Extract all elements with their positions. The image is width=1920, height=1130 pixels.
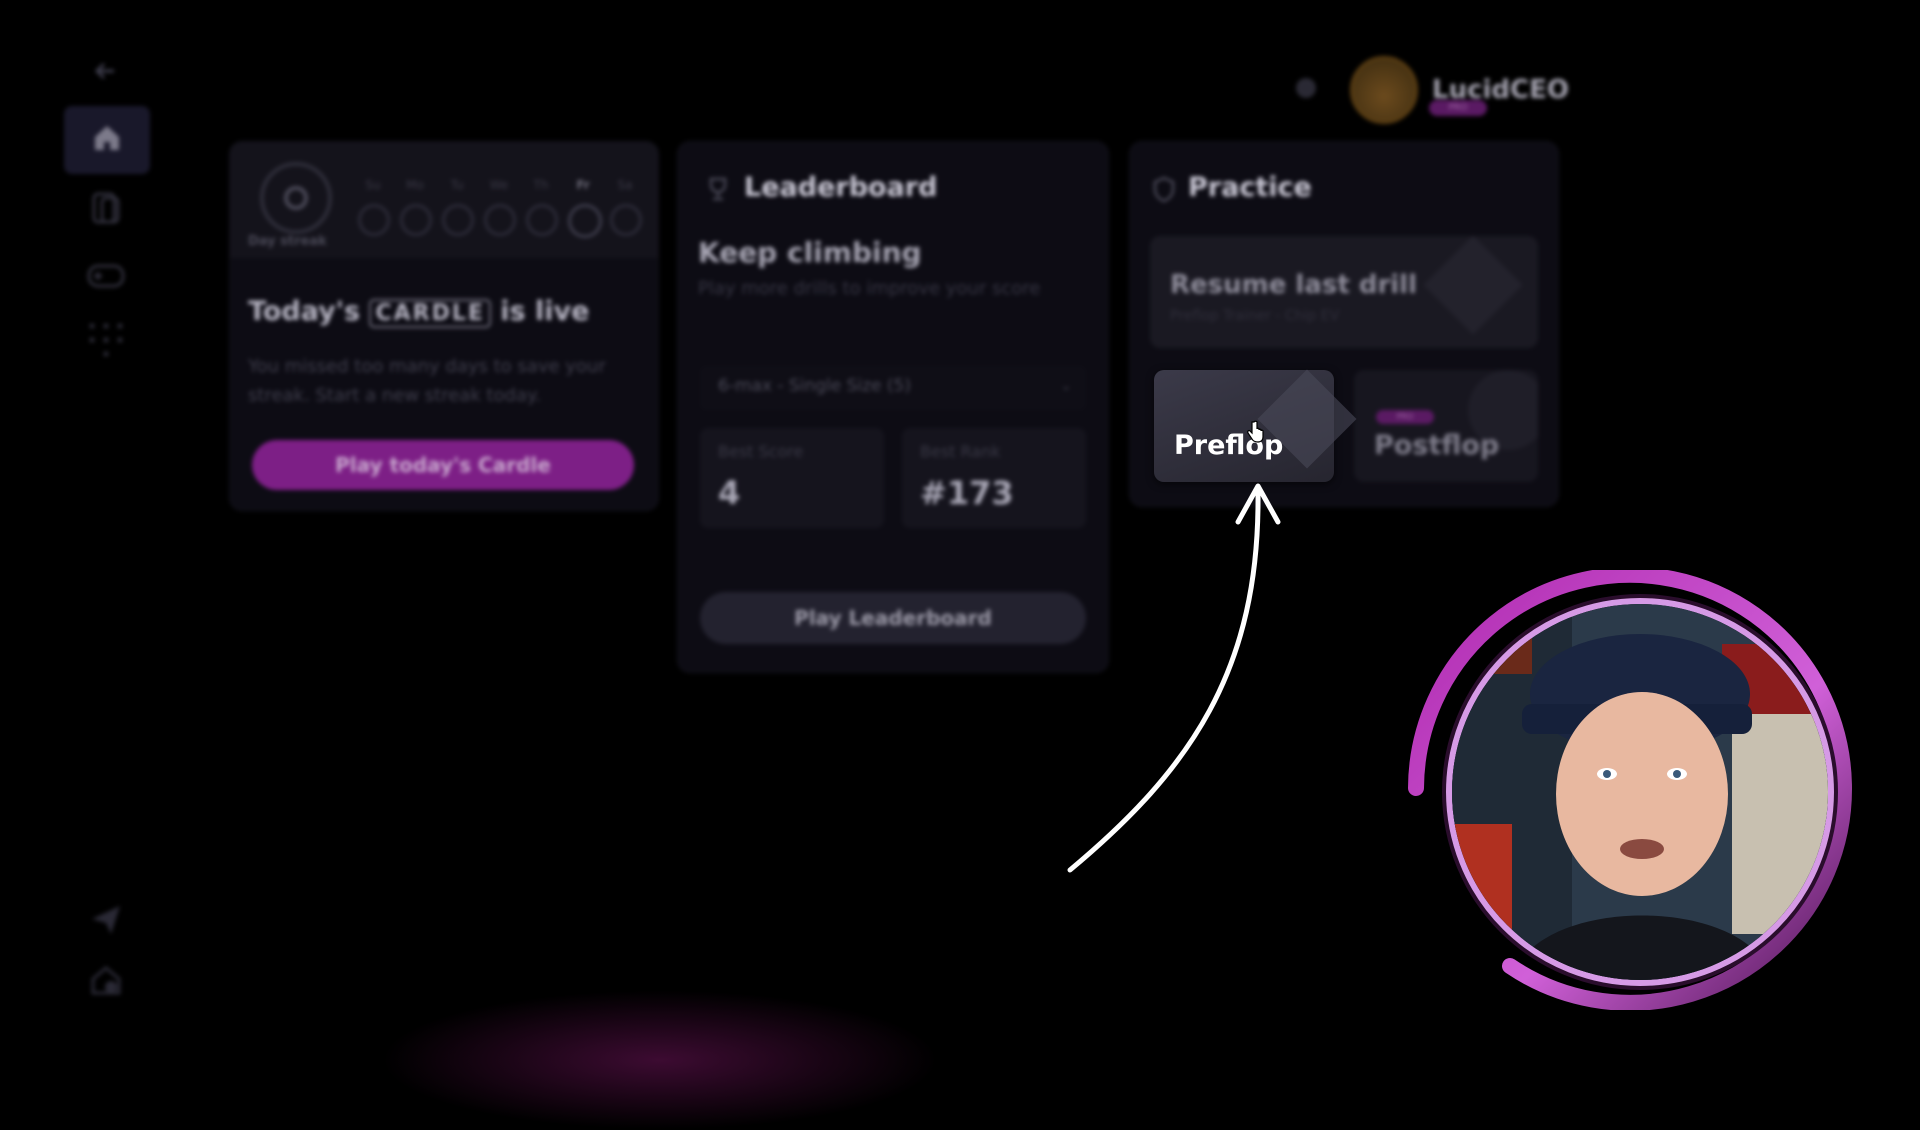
postflop-tile[interactable]: PRO Postflop	[1354, 370, 1538, 482]
day-item: We	[484, 178, 516, 238]
chevron-down-icon: ⌄	[1060, 378, 1072, 394]
day-item: Th	[526, 178, 558, 238]
resume-drill-tile[interactable]: Resume last drill Preflop Trainer - Chip…	[1150, 236, 1538, 348]
streak-days: Su Mo Tu We Th Fr Sa	[358, 178, 642, 238]
postflop-pro-badge: PRO	[1376, 410, 1434, 424]
resume-drill-sub: Preflop Trainer - Chip EV	[1170, 308, 1340, 324]
shield-icon	[1152, 176, 1176, 206]
leaderboard-headline: Keep climbing	[698, 236, 922, 269]
streak-ring	[260, 162, 332, 234]
mode-select-value: 6-max - Single Size (5)	[718, 376, 911, 396]
cards-icon[interactable]	[86, 188, 126, 228]
home-icon	[90, 121, 124, 159]
notification-dot[interactable]	[1296, 78, 1316, 98]
webcam-overlay	[1400, 570, 1860, 1010]
resume-drill-title: Resume last drill	[1170, 270, 1417, 300]
day-item-active: Fr	[568, 178, 602, 238]
day-item: Tu	[442, 178, 474, 238]
pro-badge: PRO	[1429, 100, 1487, 116]
cardle-title: Today's CARDLE is live	[248, 296, 590, 328]
preflop-tile[interactable]: Preflop	[1154, 369, 1357, 482]
back-arrow-icon[interactable]	[92, 58, 118, 84]
best-score-value: 4	[718, 474, 741, 512]
annotation-arrow	[1067, 483, 1281, 873]
streak-label: Day streak	[248, 234, 327, 249]
sidebar-home[interactable]	[64, 106, 150, 174]
cardle-logo: CARDLE	[369, 299, 491, 328]
send-icon[interactable]	[86, 900, 126, 940]
best-rank-value: #173	[920, 474, 1014, 512]
grid-icon[interactable]	[86, 320, 126, 360]
gamepad-icon[interactable]	[86, 256, 126, 296]
day-item: Sa	[610, 178, 642, 238]
mode-select[interactable]: 6-max - Single Size (5) ⌄	[700, 366, 1086, 410]
preflop-label: Preflop	[1174, 430, 1284, 461]
trophy-icon	[706, 176, 730, 206]
practice-title: Practice	[1188, 172, 1312, 203]
play-leaderboard-button[interactable]: Play Leaderboard	[700, 592, 1086, 644]
settings-icon[interactable]	[86, 960, 126, 1000]
best-rank-box: Best Rank #173	[902, 428, 1086, 528]
best-score-label: Best Score	[718, 442, 804, 461]
best-rank-label: Best Rank	[920, 442, 1001, 461]
best-score-box: Best Score 4	[700, 428, 884, 528]
postflop-label: Postflop	[1374, 430, 1500, 461]
play-cardle-button[interactable]: Play today's Cardle	[252, 440, 634, 490]
leaderboard-title: Leaderboard	[744, 172, 938, 203]
cursor-hand-icon	[1246, 420, 1264, 444]
leaderboard-desc: Play more drills to improve your score	[698, 278, 1041, 299]
day-item: Mo	[400, 178, 432, 238]
presenter-image	[1452, 604, 1828, 980]
day-item: Su	[358, 178, 390, 238]
avatar	[1350, 56, 1418, 124]
cardle-desc: You missed too many days to save your st…	[248, 356, 606, 406]
presenter-video	[1446, 598, 1834, 986]
